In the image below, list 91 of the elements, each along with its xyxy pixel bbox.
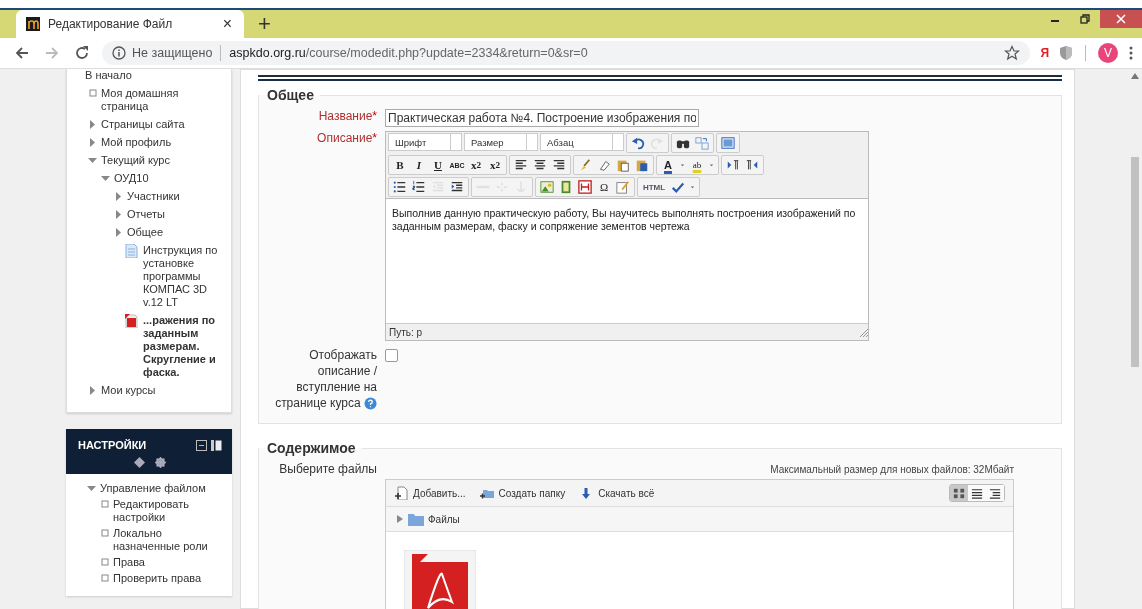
edit-icon[interactable] [614,179,632,195]
browser-tab[interactable]: Редактирование Файл × [16,10,244,38]
nav-link[interactable]: Отчеты [127,208,166,221]
format-button[interactable]: Ω [595,179,613,195]
home-link[interactable]: В начало [85,69,225,81]
max-size-note: Максимальный размер для новых файлов: 32Мбайт [769,464,1014,475]
square-bullet-icon [100,527,110,540]
settings-title: НАСТРОЙКИ [78,439,148,451]
format-dropdown[interactable]: Размер [464,133,538,151]
pdf-file-icon[interactable] [404,550,476,609]
file-action-button[interactable]: Скачать всё [579,486,655,500]
undo-icon[interactable] [629,135,647,151]
menu-icon[interactable] [1128,45,1134,61]
document-icon [124,244,138,258]
square-bullet-icon [100,498,110,511]
square-bullet-icon [88,87,98,100]
collapsed-triangle-icon[interactable] [88,136,98,149]
folder-path[interactable]: Файлы [428,513,460,525]
field-label: Название* [317,109,377,125]
new-tab-button[interactable]: + [256,13,273,35]
restore-icon [1080,14,1090,24]
security-label: Не защищено [132,46,213,60]
expand-triangle-icon[interactable] [396,515,404,523]
nav-link[interactable]: Моя домашняя страница [101,87,225,113]
section-legend: Содержимое [259,440,362,456]
description-text: Выполнив данную практическую работу, Вы научитесь выполнять построения изображений по заданным размерам, фаску и сопряжение зементов чертежа [392,207,856,232]
nav-link[interactable]: Права [113,556,145,569]
collapsed-triangle-icon[interactable] [88,118,98,131]
settings-icon[interactable] [155,457,166,468]
file-action-button[interactable]: Добавить... [394,486,466,500]
url-text: aspkdo.org.ru/course/modedit.php?update=2334&return=0&sr=0 [229,46,588,60]
view-mode-button[interactable] [968,485,986,501]
name-input[interactable]: Практическая работа №4. Построение изображения по [385,109,699,127]
collapsed-triangle-icon[interactable] [88,384,98,397]
section-legend: Общее [259,87,320,103]
collapsed-triangle-icon[interactable] [114,208,124,221]
scroll-up-icon[interactable] [1131,73,1139,79]
square-bullet-icon [100,556,110,569]
close-icon [1116,14,1126,24]
scroll-thumb[interactable] [1131,157,1139,367]
nav-link[interactable]: Редактировать настройки [113,498,226,524]
move-icon[interactable] [134,457,145,468]
format-button[interactable]: U [429,157,447,173]
nav-link[interactable]: Участники [127,190,180,203]
format-button[interactable]: ab [688,157,706,173]
folder-icon [408,512,424,526]
field-label: Описание* [316,131,377,147]
tab-title: Редактирование Файл [48,17,174,31]
square-bullet-icon [100,572,110,585]
profile-avatar[interactable]: V [1098,43,1118,63]
checkbox[interactable] [385,349,398,362]
bookmark-star-icon[interactable] [1004,45,1021,61]
nav-link[interactable]: Мой профиль [101,136,172,149]
format-button[interactable]: A [659,157,677,173]
nav-link[interactable]: ...ражения по заданным размерам. Скругление и фаска. [143,314,225,379]
format-dropdown[interactable]: Абзац [540,133,624,151]
nav-link[interactable]: Инструкция по установке программы КОМПАС 3D v.12 LT [143,244,225,309]
field-label: Выберите файлы [278,462,377,478]
nav-link[interactable]: Мои курсы [101,384,156,397]
nav-link[interactable]: Проверить права [113,572,202,585]
format-button[interactable]: B [391,157,409,173]
nav-link[interactable]: Управление файлом [100,482,206,495]
collapse-icon[interactable] [196,439,207,451]
nav-link[interactable]: ОУД10 [114,172,149,185]
nav-link[interactable]: Текущий курс [101,154,170,167]
field-label: Отображать описание / вступление на странице курса [274,347,377,411]
info-icon [112,46,126,60]
collapsed-triangle-icon[interactable] [114,226,124,239]
dock-icon[interactable] [211,439,222,451]
add-icon [394,486,408,500]
format-button[interactable]: I [410,157,428,173]
tab-close-button[interactable]: × [220,15,234,33]
collapsed-triangle-icon[interactable] [114,190,124,203]
nav-link[interactable]: Общее [127,226,164,239]
view-mode-button[interactable] [986,485,1004,501]
nav-link[interactable]: Страницы сайта [101,118,185,131]
nav-link[interactable]: Локально назначенные роли [113,527,226,553]
fullscreen-icon[interactable] [719,135,737,151]
address-bar[interactable]: Не защищено aspkdo.org.ru/course/modedit.php?update=2334&return=0&sr=0 [102,41,1031,65]
shield-icon[interactable] [1059,45,1073,61]
extension-icon[interactable]: Я [1040,46,1049,60]
image-icon[interactable] [538,179,556,195]
file-action-button[interactable]: Создать папку [479,486,566,500]
editor-path: Путь: p [389,326,423,338]
resize-handle-icon[interactable] [858,327,868,337]
site-favicon-icon [26,17,40,31]
help-icon[interactable] [364,397,377,411]
pdf-icon [124,314,138,328]
editor-content[interactable]: Выполнив данную практическую работу, Вы научитесь выполнять построения изображений по заданным размерам, фаску и сопряжение зементов чертежа [386,198,868,324]
format-dropdown[interactable]: Шрифт [388,133,462,151]
close-button[interactable] [1100,10,1142,28]
